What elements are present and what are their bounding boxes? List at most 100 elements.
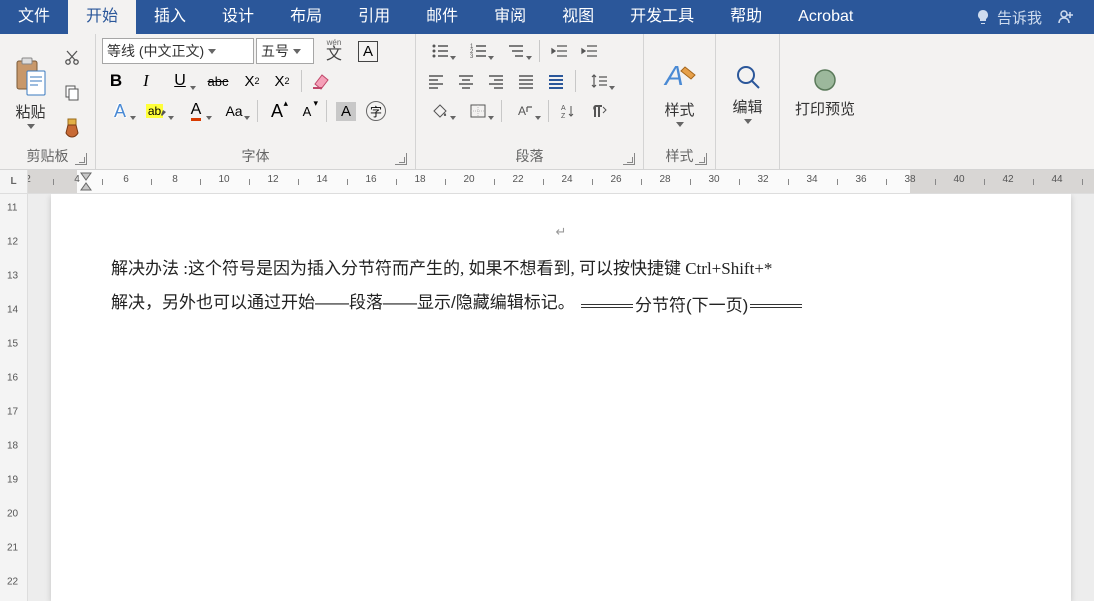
paste-icon: [14, 57, 48, 97]
shading-button[interactable]: [422, 98, 458, 124]
styles-launcher[interactable]: [695, 153, 707, 165]
underline-button[interactable]: U: [162, 68, 198, 94]
body-line-2[interactable]: 解决，另外也可以通过开始——段落——显示/隐藏编辑标记。 分节符(下一页): [111, 286, 1011, 323]
page[interactable]: ↵ 解决办法 :这个符号是因为插入分节符而产生的, 如果不想看到, 可以按快捷键…: [51, 194, 1071, 601]
chevron-down-icon: [450, 116, 456, 120]
distributed-button[interactable]: [542, 68, 570, 94]
svg-text:3: 3: [470, 54, 474, 59]
eraser-icon: [311, 72, 331, 90]
scissors-icon: [63, 49, 81, 67]
line-spacing-button[interactable]: [581, 68, 617, 94]
font-color-button[interactable]: A: [178, 98, 214, 124]
clear-format-button[interactable]: [307, 68, 335, 94]
separator: [575, 70, 576, 92]
italic-button[interactable]: I: [132, 68, 160, 94]
phonetic-guide-button[interactable]: wén 文: [316, 38, 352, 64]
paste-button[interactable]: 粘贴: [6, 38, 55, 147]
separator: [539, 40, 540, 62]
line-spacing-icon: [590, 73, 608, 89]
align-left-button[interactable]: [422, 68, 450, 94]
outdent-button[interactable]: [545, 38, 573, 64]
copy-button[interactable]: [59, 80, 85, 106]
font-name-combo[interactable]: 等线 (中文正文): [102, 38, 254, 64]
align-center-button[interactable]: [452, 68, 480, 94]
tab-review[interactable]: 审阅: [476, 0, 544, 34]
separator: [326, 100, 327, 122]
body-line-1[interactable]: 解决办法 :这个符号是因为插入分节符而产生的, 如果不想看到, 可以按快捷键 C…: [111, 252, 1011, 286]
font-launcher[interactable]: [395, 153, 407, 165]
clipboard-launcher[interactable]: [75, 153, 87, 165]
format-painter-button[interactable]: [59, 115, 85, 141]
justify-button[interactable]: [512, 68, 540, 94]
show-hide-button[interactable]: [584, 98, 612, 124]
group-clipboard: 粘贴 剪贴板: [0, 34, 96, 169]
multilevel-button[interactable]: [498, 38, 534, 64]
indent-hanging[interactable]: [80, 182, 92, 192]
section-break-marker: 分节符(下一页): [579, 289, 804, 323]
tab-help[interactable]: 帮助: [712, 0, 780, 34]
brush-icon: [63, 118, 81, 138]
circle-icon: [811, 66, 839, 94]
styles-button[interactable]: A 样式: [650, 38, 709, 147]
print-preview-button[interactable]: 打印预览: [786, 38, 864, 147]
ribbon: 粘贴 剪贴板 等线 (中文正文) 五号 wén 文 A: [0, 34, 1094, 170]
strike-button[interactable]: abc: [200, 68, 236, 94]
paste-label: 粘贴: [15, 101, 45, 122]
tab-selector[interactable]: L: [0, 170, 28, 193]
borders-button[interactable]: [460, 98, 496, 124]
bullets-button[interactable]: [422, 38, 458, 64]
change-case-button[interactable]: Aa: [216, 98, 252, 124]
char-border-button[interactable]: A: [354, 38, 382, 64]
align-center-icon: [457, 73, 475, 89]
tab-file[interactable]: 文件: [0, 0, 68, 34]
align-right-button[interactable]: [482, 68, 510, 94]
tab-home[interactable]: 开始: [68, 0, 136, 34]
superscript-button[interactable]: X2: [268, 68, 296, 94]
chevron-down-icon: [27, 124, 35, 129]
preview-label: 打印预览: [795, 98, 855, 119]
tab-insert[interactable]: 插入: [136, 0, 204, 34]
shrink-font-button[interactable]: A▾: [293, 98, 321, 124]
document-scroll[interactable]: ↵ 解决办法 :这个符号是因为插入分节符而产生的, 如果不想看到, 可以按快捷键…: [28, 194, 1094, 601]
find-button[interactable]: 编辑: [722, 38, 773, 147]
font-size-combo[interactable]: 五号: [256, 38, 314, 64]
char-shading-button[interactable]: A: [332, 98, 360, 124]
paint-bucket-icon: [431, 103, 449, 119]
bold-button[interactable]: B: [102, 68, 130, 94]
cut-button[interactable]: [59, 45, 85, 71]
copy-icon: [63, 84, 81, 102]
tab-view[interactable]: 视图: [544, 0, 612, 34]
enclose-char-button[interactable]: 字: [362, 98, 390, 124]
tab-acrobat[interactable]: Acrobat: [780, 0, 871, 34]
ruler-horizontal[interactable]: L 24681012141618202224262830323436384042…: [0, 170, 1094, 194]
tab-mailings[interactable]: 邮件: [408, 0, 476, 34]
chevron-down-icon: [208, 49, 216, 54]
grow-font-button[interactable]: A▴: [263, 98, 291, 124]
align-left-icon: [427, 73, 445, 89]
chevron-down-icon: [190, 86, 196, 90]
menu-tabs: 文件 开始 插入 设计 布局 引用 邮件 审阅 视图 开发工具 帮助 Acrob…: [0, 0, 1094, 34]
tell-me-search[interactable]: 告诉我: [963, 7, 1094, 28]
align-right-icon: [487, 73, 505, 89]
text-effects-button[interactable]: A: [102, 98, 138, 124]
chevron-down-icon: [488, 56, 494, 60]
indent-first-line[interactable]: [80, 172, 92, 182]
styles-group-label: 样式: [666, 148, 694, 164]
svg-text:A: A: [518, 104, 526, 118]
tab-references[interactable]: 引用: [340, 0, 408, 34]
share-icon[interactable]: [1056, 7, 1076, 27]
tab-design[interactable]: 设计: [204, 0, 272, 34]
paragraph-launcher[interactable]: [623, 153, 635, 165]
tab-developer[interactable]: 开发工具: [612, 0, 712, 34]
ruler-vertical[interactable]: 111213141516171819202122: [0, 194, 28, 601]
font-group-label: 字体: [242, 148, 270, 164]
chevron-down-icon: [609, 86, 615, 90]
indent-button[interactable]: [575, 38, 603, 64]
highlight-button[interactable]: ab: [140, 98, 176, 124]
numbering-button[interactable]: 123: [460, 38, 496, 64]
sort-button[interactable]: AZ: [554, 98, 582, 124]
asian-layout-button[interactable]: A: [507, 98, 543, 124]
subscript-button[interactable]: X2: [238, 68, 266, 94]
tab-layout[interactable]: 布局: [272, 0, 340, 34]
group-edit: 编辑: [716, 34, 780, 169]
